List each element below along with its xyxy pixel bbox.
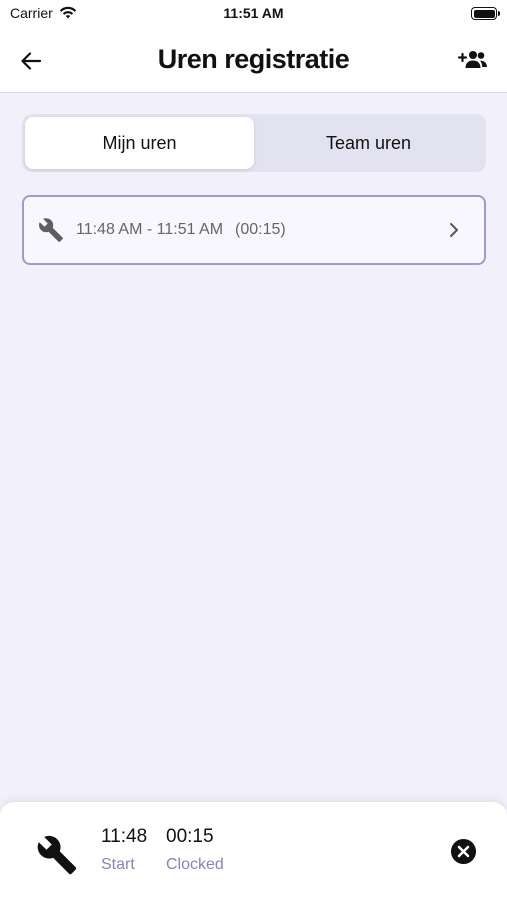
hours-segmented-control: Mijn uren Team uren — [22, 114, 486, 172]
wrench-icon — [37, 835, 77, 875]
start-time-group: 11:48 Start — [101, 826, 147, 874]
carrier-label: Carrier — [10, 5, 53, 21]
battery-icon — [471, 7, 500, 20]
back-button[interactable] — [14, 44, 48, 78]
nav-bar: Uren registratie — [0, 28, 507, 93]
status-carrier-group: Carrier — [10, 5, 77, 21]
add-team-member-button[interactable] — [455, 44, 491, 76]
close-circle-icon[interactable] — [450, 838, 477, 865]
time-entry-duration: (00:15) — [235, 221, 286, 238]
arrow-left-icon — [21, 52, 41, 70]
active-timer-panel: 11:48 Start 00:15 Clocked — [0, 802, 507, 900]
wifi-icon — [59, 6, 76, 19]
clocked-time-value: 00:15 — [166, 826, 214, 847]
status-bar: Carrier 11:51 AM — [0, 0, 507, 28]
start-time-value: 11:48 — [101, 826, 148, 847]
wrench-icon — [38, 216, 66, 244]
time-entry-text: 11:48 AM - 11:51 AM (00:15) — [76, 221, 286, 239]
add-person-icon — [458, 51, 487, 68]
chevron-right-icon — [450, 223, 458, 237]
tab-mijn-uren[interactable]: Mijn uren — [25, 117, 254, 169]
page-title: Uren registratie — [157, 44, 350, 74]
tab-team-uren[interactable]: Team uren — [254, 117, 483, 169]
time-entry-range: 11:48 AM - 11:51 AM — [76, 221, 224, 238]
time-entry-item[interactable]: 11:48 AM - 11:51 AM (00:15) — [22, 195, 486, 265]
clocked-time-group: 00:15 Clocked — [166, 826, 224, 874]
clocked-time-label: Clocked — [166, 856, 224, 873]
start-time-label: Start — [101, 856, 135, 873]
